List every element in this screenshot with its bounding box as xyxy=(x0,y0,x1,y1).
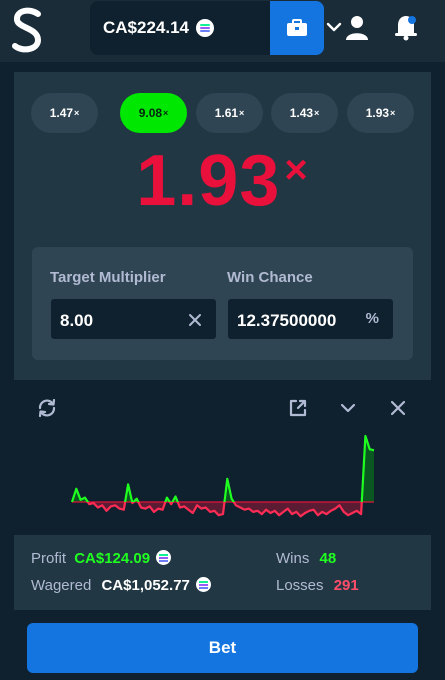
balance-selector[interactable]: CA$224.14 xyxy=(90,1,342,55)
target-multiplier-input[interactable]: 8.00 xyxy=(49,297,218,341)
profit-area-negative xyxy=(72,502,374,517)
refresh-icon[interactable] xyxy=(36,397,58,419)
balance-amount: CA$224.14 xyxy=(103,18,190,37)
chevron-down-icon[interactable] xyxy=(337,397,359,419)
solana-coin-icon xyxy=(195,577,211,592)
bet-controls: Target Multiplier Win Chance 8.00 12.375… xyxy=(32,247,413,360)
result-multiplier: 1.93 × xyxy=(136,141,309,221)
bell-icon[interactable] xyxy=(392,12,420,42)
history-pill[interactable]: 1.43 × xyxy=(271,93,338,133)
history-pill[interactable]: 1.47 × xyxy=(31,93,98,133)
popout-icon[interactable] xyxy=(287,397,309,419)
profit-line-positive xyxy=(70,434,375,502)
wins-stat: Wins 48 xyxy=(276,550,337,567)
stats-panel: Profit CA$124.09 Wagered CA$1,052.77 Win… xyxy=(14,535,431,610)
live-stats-chart-panel xyxy=(14,380,431,535)
solana-coin-icon xyxy=(156,550,172,565)
history-pill[interactable]: 1.93 × xyxy=(347,93,414,133)
profit-line-negative xyxy=(72,502,363,518)
wagered-stat: Wagered CA$1,052.77 xyxy=(31,577,211,594)
percent-suffix: % xyxy=(365,310,379,327)
previous-results: 1.47 × 9.08 × 1.61 × 1.43 × 1.93 × xyxy=(31,93,415,135)
losses-stat: Losses 291 xyxy=(276,577,359,594)
history-pill[interactable]: 1.61 × xyxy=(196,93,263,133)
profit-chart xyxy=(70,434,375,518)
profit-area-positive xyxy=(72,436,374,502)
profit-stat: Profit CA$124.09 xyxy=(31,550,172,567)
target-multiplier-label: Target Multiplier xyxy=(50,269,166,286)
close-icon[interactable] xyxy=(188,313,202,327)
chevron-down-icon[interactable] xyxy=(326,21,342,33)
user-icon[interactable] xyxy=(344,14,370,42)
win-chance-label: Win Chance xyxy=(227,269,313,286)
top-bar: CA$224.14 xyxy=(0,0,445,62)
win-chance-input[interactable]: 12.37500000 % xyxy=(226,297,395,341)
bet-button[interactable]: Bet xyxy=(27,623,418,673)
solana-coin-icon xyxy=(196,19,215,37)
wallet-button[interactable] xyxy=(270,1,324,55)
history-pill[interactable]: 9.08 × xyxy=(120,93,187,133)
stake-logo-icon[interactable] xyxy=(10,6,46,56)
wallet-icon xyxy=(287,19,307,36)
close-icon[interactable] xyxy=(387,397,409,419)
